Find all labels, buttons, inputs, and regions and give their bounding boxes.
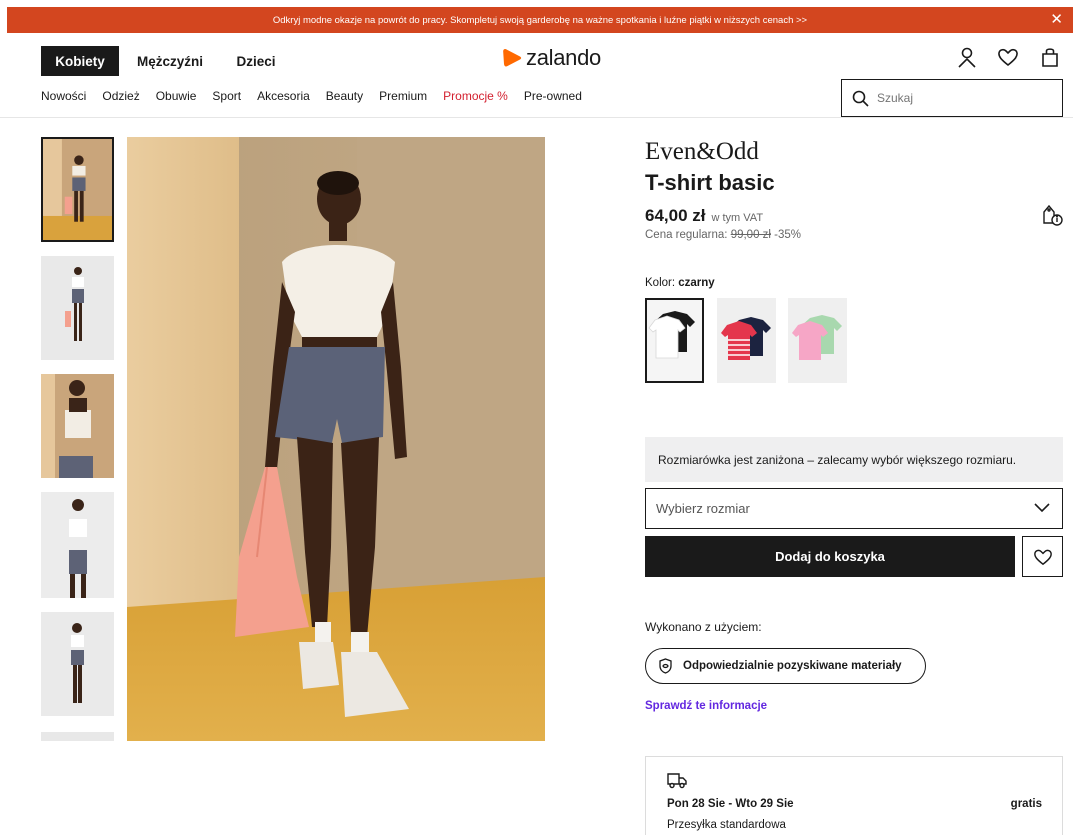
tab-kobiety[interactable]: Kobiety bbox=[41, 46, 119, 76]
thumbnail-1[interactable] bbox=[41, 137, 114, 242]
size-select-placeholder: Wybierz rozmiar bbox=[656, 501, 750, 516]
size-notice: Rozmiarówka jest zaniżona – zalecamy wyb… bbox=[645, 437, 1063, 482]
zalando-logo[interactable]: zalando bbox=[502, 44, 601, 72]
heart-icon bbox=[1033, 549, 1052, 565]
chevron-down-icon bbox=[1034, 503, 1050, 513]
material-badge-label: Odpowiedzialnie pozyskiwane materiały bbox=[683, 660, 902, 672]
product-price: 64,00 zł bbox=[645, 206, 706, 225]
material-badge[interactable]: Odpowiedzialnie pozyskiwane materiały bbox=[645, 648, 926, 684]
product-main-image[interactable] bbox=[127, 137, 545, 741]
price-info-icon[interactable] bbox=[1041, 203, 1063, 227]
check-info-link[interactable]: Sprawdź te informacje bbox=[645, 700, 767, 712]
product-brand[interactable]: Even&Odd bbox=[645, 138, 759, 166]
delivery-card: Pon 28 Sie - Wto 29 Sie gratis Przesyłka… bbox=[645, 756, 1063, 835]
product-photo bbox=[127, 137, 545, 741]
truck-icon bbox=[667, 773, 687, 789]
promo-banner[interactable]: Odkryj modne okazje na powrót do pracy. … bbox=[7, 7, 1073, 33]
thumbnail-image bbox=[43, 139, 112, 240]
zalando-logo-mark bbox=[503, 49, 522, 67]
category-item[interactable]: Nowości bbox=[41, 89, 86, 107]
swatch-image bbox=[648, 311, 695, 359]
heart-icon[interactable] bbox=[997, 46, 1019, 68]
search-icon bbox=[852, 90, 869, 107]
regular-price-label: Cena regularna: bbox=[645, 229, 728, 241]
wishlist-button[interactable] bbox=[1022, 536, 1063, 577]
tab-mezczyzni[interactable]: Mężczyźni bbox=[130, 46, 210, 76]
color-swatch-pink-stripe-navy[interactable] bbox=[717, 298, 776, 383]
tab-dzieci[interactable]: Dzieci bbox=[228, 46, 284, 76]
shield-icon bbox=[659, 658, 672, 674]
category-item[interactable]: Pre-owned bbox=[524, 89, 582, 107]
thumbnail-4[interactable] bbox=[41, 492, 114, 598]
category-item[interactable]: Premium bbox=[379, 89, 427, 107]
swatch-image bbox=[792, 315, 842, 360]
promo-text[interactable]: Odkryj modne okazje na powrót do pracy. … bbox=[273, 15, 807, 26]
add-to-cart-button[interactable]: Dodaj do koszyka bbox=[645, 536, 1015, 577]
thumbnail-image bbox=[41, 492, 114, 598]
size-select[interactable]: Wybierz rozmiar bbox=[645, 488, 1063, 529]
product-name: T-shirt basic bbox=[645, 170, 775, 195]
search-input[interactable] bbox=[877, 91, 1047, 105]
regular-price: 99,00 zł bbox=[730, 229, 771, 241]
category-item[interactable]: Akcesoria bbox=[257, 89, 310, 107]
delivery-price: gratis bbox=[1010, 798, 1042, 810]
price-row: 64,00 zł w tym VAT bbox=[645, 206, 763, 226]
thumbnail-6[interactable] bbox=[41, 730, 114, 741]
thumbnail-5[interactable] bbox=[41, 612, 114, 716]
swatch-image bbox=[721, 317, 771, 360]
category-item[interactable]: Sport bbox=[212, 89, 241, 107]
thumbnail-3[interactable] bbox=[41, 374, 114, 478]
search-box[interactable] bbox=[841, 79, 1063, 117]
color-swatch-pink-green[interactable] bbox=[788, 298, 847, 383]
regular-price-row: Cena regularna: 99,00 zł -35% bbox=[645, 229, 801, 241]
thumbnail-image bbox=[41, 732, 114, 741]
category-nav: Nowości Odzież Obuwie Sport Akcesoria Be… bbox=[41, 89, 582, 107]
thumbnail-image bbox=[41, 256, 114, 360]
category-item[interactable]: Odzież bbox=[102, 89, 139, 107]
top-nav: Kobiety Mężczyźni Dzieci zalando bbox=[0, 44, 1073, 80]
delivery-type: Przesyłka standardowa bbox=[667, 819, 786, 831]
logo-text: zalando bbox=[526, 45, 601, 70]
color-swatch-white-black[interactable] bbox=[645, 298, 704, 383]
delivery-date: Pon 28 Sie - Wto 29 Sie bbox=[667, 798, 794, 810]
thumbnail-2[interactable] bbox=[41, 256, 114, 360]
close-icon[interactable]: ✕ bbox=[1050, 11, 1063, 29]
bag-icon[interactable] bbox=[1039, 46, 1061, 68]
color-label-text: Kolor: bbox=[645, 277, 676, 289]
header-divider bbox=[0, 117, 1073, 118]
category-item[interactable]: Beauty bbox=[326, 89, 363, 107]
category-item-promo[interactable]: Promocje % bbox=[443, 89, 508, 107]
vat-note: w tym VAT bbox=[711, 212, 764, 224]
user-icon[interactable] bbox=[956, 46, 978, 68]
thumbnail-image bbox=[41, 612, 114, 716]
color-label: Kolor: czarny bbox=[645, 277, 715, 289]
thumbnail-image bbox=[41, 374, 114, 478]
made-with-label: Wykonano z użyciem: bbox=[645, 620, 762, 634]
color-value: czarny bbox=[678, 277, 715, 289]
discount-badge: -35% bbox=[774, 229, 802, 241]
category-item[interactable]: Obuwie bbox=[156, 89, 197, 107]
